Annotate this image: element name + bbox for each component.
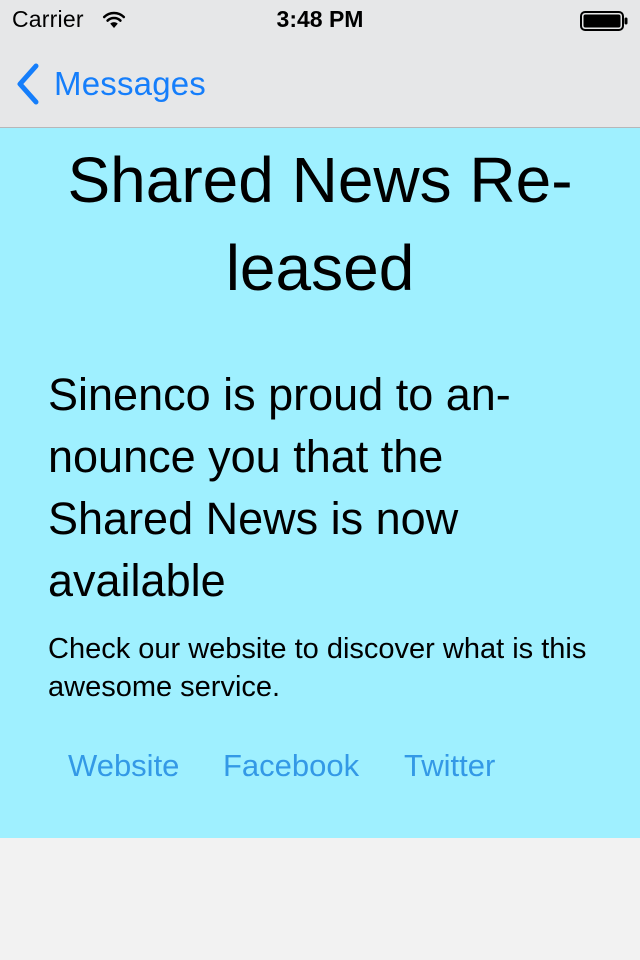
link-row: Website Facebook Twitter [0,748,640,788]
chevron-left-icon [17,63,39,105]
back-button-label: Messages [54,65,207,102]
battery-icon [580,11,628,31]
back-button[interactable]: Messages [14,62,206,106]
message-headline: Shared News Re-leased [67,144,573,304]
website-link[interactable]: Website [68,748,179,784]
status-time: 3:48 PM [276,6,364,32]
message-subhead: Sinenco is proud to an-nounce you that t… [48,369,511,606]
screen: Carrier 3:48 PM Messages Shared News Re-… [0,0,640,960]
navigation-bar: Messages [0,40,640,128]
twitter-link[interactable]: Twitter [404,748,495,784]
top-bar: Carrier 3:48 PM Messages [0,0,640,128]
message-body: Check our website to discover what is th… [48,633,587,703]
message-card: Shared News Re-leased Sinenco is proud t… [0,128,640,838]
facebook-link[interactable]: Facebook [223,748,359,784]
status-bar: Carrier 3:48 PM [0,0,640,40]
